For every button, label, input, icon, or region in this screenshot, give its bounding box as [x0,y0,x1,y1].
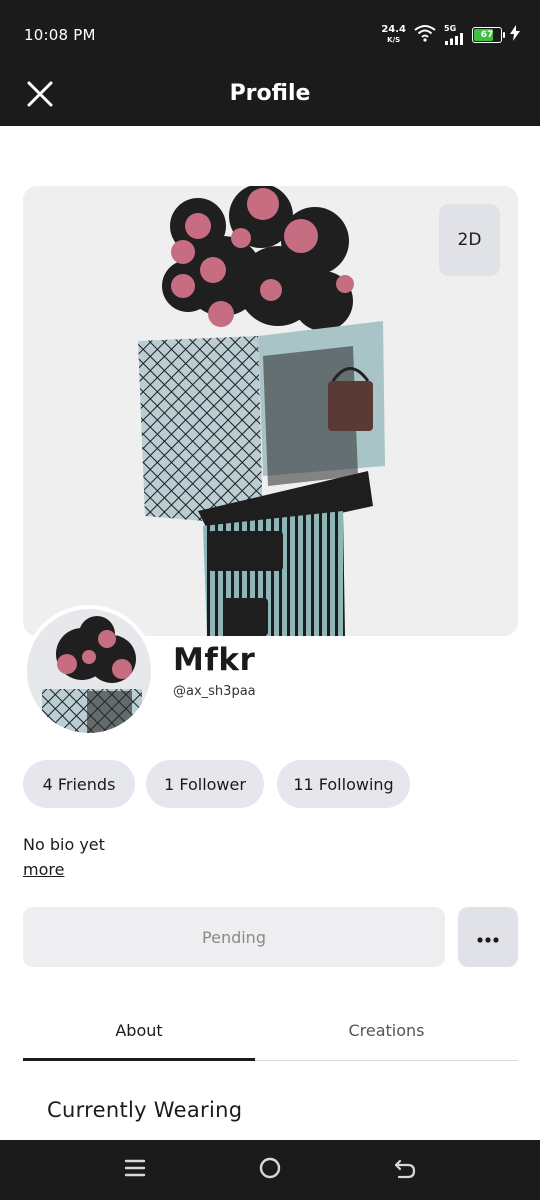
network-speed-unit: K/S [387,36,401,44]
network-speed-value: 24.4 [381,24,406,35]
app-header: Profile [0,66,540,126]
back-icon [393,1156,417,1184]
home-circle-icon [258,1156,282,1184]
network-type: 5G [444,24,457,33]
charging-bolt-icon [510,25,520,45]
tab-about[interactable]: About [23,1000,255,1060]
page-title: Profile [229,81,311,106]
status-icons: 24.4 K/S 5G 67 [381,20,520,50]
view-2d-toggle-button[interactable]: 2D [439,204,500,276]
pending-button[interactable]: Pending [23,907,445,967]
home-button[interactable] [252,1152,288,1188]
network-speed: 24.4 K/S [381,25,406,45]
display-name: Mfkr [173,642,256,678]
battery-percent: 67 [480,30,494,40]
active-tab-indicator [23,1058,255,1061]
currently-wearing-heading: Currently Wearing [47,1098,243,1122]
status-time: 10:08 PM [24,26,96,44]
back-button[interactable] [387,1152,423,1188]
status-bar: 10:08 PM 24.4 K/S 5G 67 [0,0,540,66]
wifi-icon [414,24,436,46]
bio-more-link[interactable]: more [23,860,64,879]
following-chip[interactable]: 11 Following [277,760,410,808]
system-nav-bar [0,1140,540,1200]
recent-apps-button[interactable] [117,1152,153,1188]
ellipsis-icon [477,928,499,947]
avatar-headshot [23,605,155,737]
bio-text: No bio yet [23,835,105,854]
cell-signal-icon: 5G [444,25,464,45]
username: @ax_sh3paa [173,684,256,699]
menu-icon [124,1158,146,1182]
followers-chip[interactable]: 1 Follower [146,760,264,808]
tab-creations[interactable]: Creations [255,1000,518,1060]
friends-chip[interactable]: 4 Friends [23,760,135,808]
more-options-button[interactable] [458,907,518,967]
battery-icon: 67 [472,27,505,43]
